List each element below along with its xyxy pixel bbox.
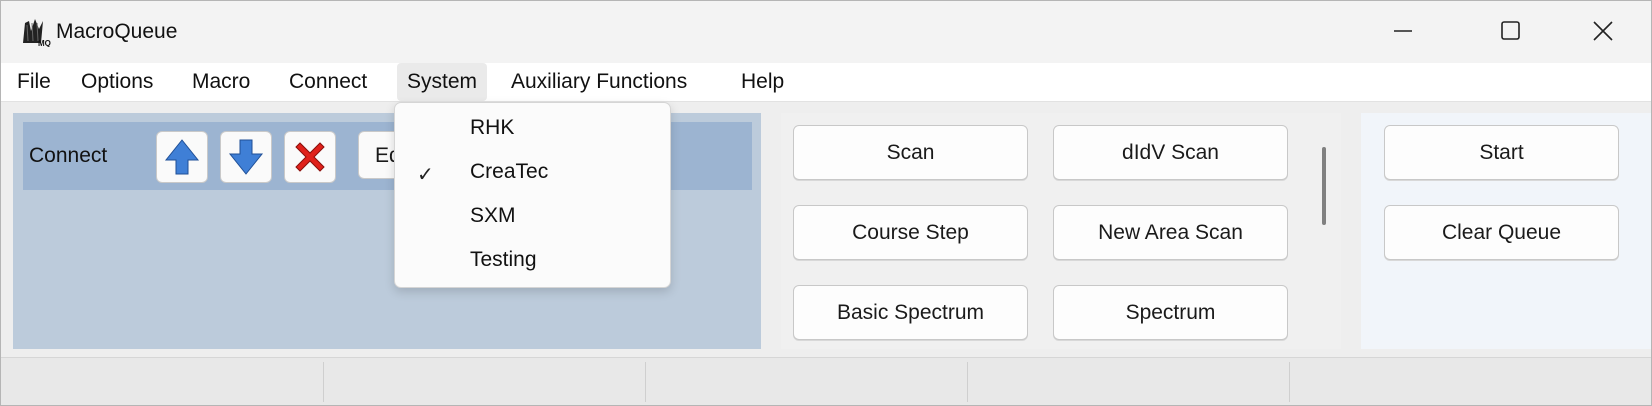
- maximize-button[interactable]: [1487, 11, 1535, 51]
- app-logo-text: MQ: [38, 39, 51, 47]
- clear-queue-button[interactable]: Clear Queue: [1384, 205, 1619, 260]
- title-bar: MQ MacroQueue: [1, 1, 1651, 63]
- app-window: MQ MacroQueue File Options Macro Connect…: [0, 0, 1652, 406]
- menu-options[interactable]: Options: [71, 63, 163, 101]
- delete-button[interactable]: [284, 131, 336, 183]
- start-button[interactable]: Start: [1384, 125, 1619, 180]
- queue-panel: Start Clear Queue: [1361, 113, 1651, 349]
- app-logo-icon: MQ: [21, 17, 51, 48]
- status-bar: [1, 357, 1651, 405]
- macro-panel: Scan dIdV Scan Course Step New Area Scan…: [781, 113, 1341, 349]
- status-cell: [324, 362, 646, 402]
- menu-bar: File Options Macro Connect System Auxili…: [1, 63, 1651, 102]
- system-menu-dropdown: RHK ✓ CreaTec SXM Testing: [394, 102, 671, 288]
- menu-item-label: CreaTec: [470, 160, 549, 183]
- didv-scan-button[interactable]: dIdV Scan: [1053, 125, 1288, 180]
- status-cell: [646, 362, 968, 402]
- menu-file[interactable]: File: [7, 63, 61, 101]
- menu-item-label: RHK: [470, 116, 515, 139]
- system-menu-item-testing[interactable]: Testing: [395, 238, 670, 282]
- arrow-up-icon: [164, 139, 200, 175]
- new-area-scan-button[interactable]: New Area Scan: [1053, 205, 1288, 260]
- move-down-button[interactable]: [220, 131, 272, 183]
- basic-spectrum-button[interactable]: Basic Spectrum: [793, 285, 1028, 340]
- checkmark-icon: ✓: [417, 164, 434, 186]
- close-icon: [1593, 21, 1613, 41]
- minimize-icon: [1394, 30, 1412, 32]
- connect-label: Connect: [29, 144, 108, 167]
- menu-auxiliary-functions[interactable]: Auxiliary Functions: [501, 63, 697, 101]
- scan-button[interactable]: Scan: [793, 125, 1028, 180]
- status-cell: [968, 362, 1290, 402]
- spectrum-button[interactable]: Spectrum: [1053, 285, 1288, 340]
- close-button[interactable]: [1579, 11, 1627, 51]
- menu-item-label: Testing: [470, 248, 537, 271]
- system-menu-item-sxm[interactable]: SXM: [395, 194, 670, 238]
- arrow-down-icon: [228, 139, 264, 175]
- macro-scrollbar[interactable]: [1322, 147, 1326, 225]
- window-title: MacroQueue: [56, 20, 178, 43]
- minimize-button[interactable]: [1379, 11, 1427, 51]
- system-menu-item-createc[interactable]: ✓ CreaTec: [395, 150, 670, 194]
- delete-x-icon: [295, 142, 325, 172]
- menu-help[interactable]: Help: [731, 63, 794, 101]
- maximize-icon: [1501, 21, 1520, 40]
- menu-connect[interactable]: Connect: [279, 63, 377, 101]
- menu-system[interactable]: System: [397, 63, 488, 101]
- menu-item-label: SXM: [470, 204, 516, 227]
- system-menu-item-rhk[interactable]: RHK: [395, 106, 670, 150]
- menu-macro[interactable]: Macro: [182, 63, 260, 101]
- course-step-button[interactable]: Course Step: [793, 205, 1028, 260]
- status-cell: [1, 362, 324, 402]
- move-up-button[interactable]: [156, 131, 208, 183]
